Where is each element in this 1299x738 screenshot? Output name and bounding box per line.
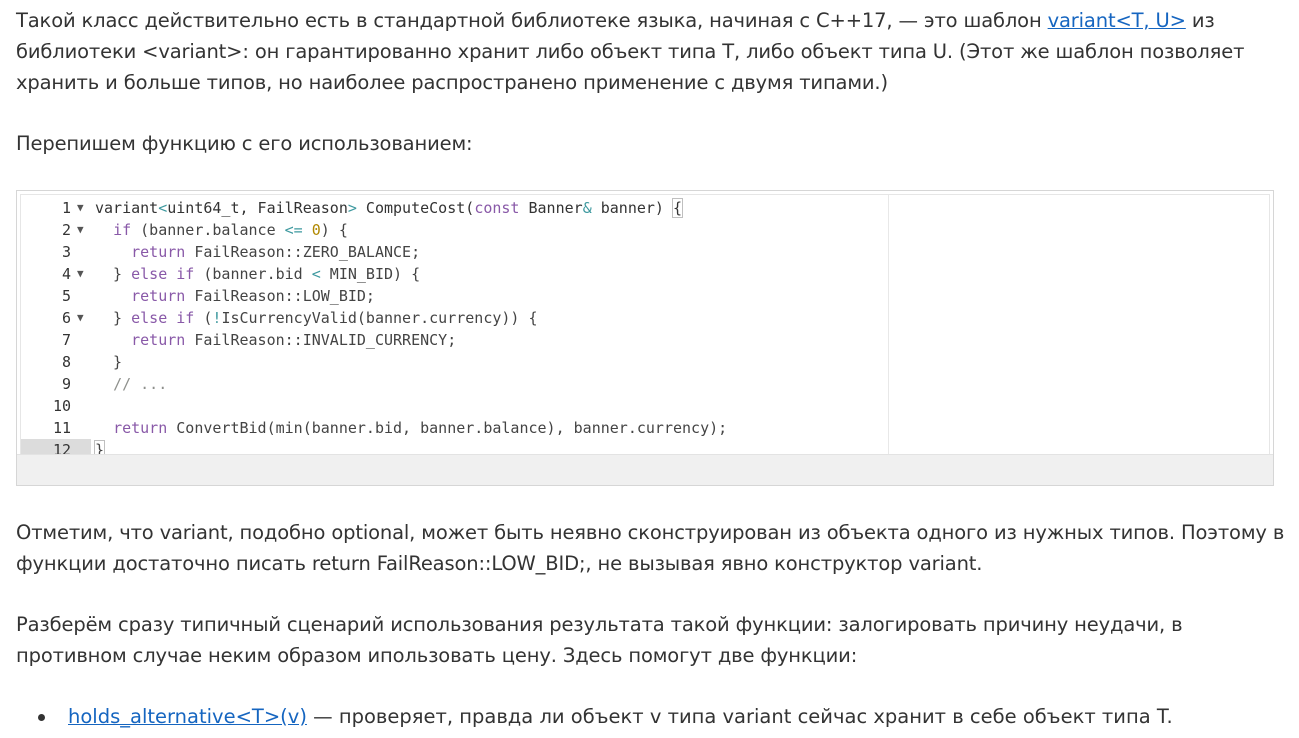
editor-footer-bar bbox=[17, 454, 1273, 485]
fold-arrow-icon[interactable]: ▼ bbox=[77, 307, 84, 329]
code-token: variant bbox=[95, 199, 159, 217]
code-token: < bbox=[311, 265, 321, 283]
code-token: } bbox=[95, 353, 123, 371]
code-token: > bbox=[347, 199, 357, 217]
line-number: 4 bbox=[61, 265, 71, 283]
code-token: return bbox=[113, 419, 168, 437]
code-line[interactable]: 9 // ... bbox=[21, 373, 1269, 395]
code-editor-content[interactable]: 1 ▼ variant<uint64_t, FailReason> Compute… bbox=[20, 194, 1270, 456]
line-number: 6 bbox=[61, 309, 71, 327]
line-number: 2 bbox=[61, 221, 71, 239]
line-number: 11 bbox=[52, 419, 71, 437]
line-number: 7 bbox=[61, 331, 71, 349]
code-token: IsCurrencyValid(banner.currency)) { bbox=[221, 309, 538, 327]
code-token: ComputeCost( bbox=[356, 199, 475, 217]
code-token: const bbox=[474, 199, 520, 217]
code-token: (banner.bid bbox=[194, 265, 312, 283]
implicit-construct-paragraph: Отметим, что variant, подобно optional, … bbox=[16, 521, 1285, 575]
line-number: 10 bbox=[52, 397, 71, 415]
code-token: < bbox=[158, 199, 168, 217]
intro-paragraph: Такой класс действительно есть в стандар… bbox=[16, 5, 1286, 98]
line-number: 5 bbox=[61, 287, 71, 305]
code-line[interactable]: 10 bbox=[21, 395, 1269, 417]
code-line[interactable]: 2 ▼ if (banner.balance <= 0) { bbox=[21, 219, 1269, 241]
code-line[interactable]: 8 } bbox=[21, 351, 1269, 373]
code-line[interactable]: 5 return FailReason::LOW_BID; bbox=[21, 285, 1269, 307]
code-token: ConvertBid(min(banner.bid, banner.balanc… bbox=[167, 419, 728, 437]
code-line[interactable]: 4 ▼ } else if (banner.bid < MIN_BID) { bbox=[21, 263, 1269, 285]
line-number: 9 bbox=[61, 375, 71, 393]
code-token: uint64_t, FailReason bbox=[167, 199, 348, 217]
list-item-text: — проверяет, правда ли объект v типа var… bbox=[306, 705, 1173, 728]
code-token: (banner.balance bbox=[131, 221, 285, 239]
code-token: FailReason::ZERO_BALANCE; bbox=[185, 243, 421, 261]
holds-alternative-link[interactable]: holds_alternative<T>(v) bbox=[68, 705, 307, 728]
intro-text-before: Такой класс действительно есть в стандар… bbox=[16, 9, 1048, 32]
scenario-paragraph: Разберём сразу типичный сценарий использ… bbox=[16, 613, 1183, 667]
code-token: Banner bbox=[519, 199, 583, 217]
fold-arrow-icon[interactable]: ▼ bbox=[77, 197, 84, 219]
line-number: 3 bbox=[61, 243, 71, 261]
code-token: & bbox=[582, 199, 592, 217]
function-list: holds_alternative<T>(v) — проверяет, пра… bbox=[16, 701, 1173, 732]
fold-arrow-icon[interactable]: ▼ bbox=[77, 263, 84, 285]
code-line[interactable]: 1 ▼ variant<uint64_t, FailReason> Compute… bbox=[21, 197, 1269, 219]
code-token: else if bbox=[131, 265, 195, 283]
code-line[interactable]: 6 ▼ } else if (!IsCurrencyValid(banner.cu… bbox=[21, 307, 1269, 329]
code-token: 0 bbox=[311, 221, 321, 239]
code-token: return bbox=[131, 331, 186, 349]
code-token: if bbox=[113, 221, 132, 239]
code-line[interactable]: 3 return FailReason::ZERO_BALANCE; bbox=[21, 241, 1269, 263]
code-token: return bbox=[131, 243, 186, 261]
code-token: } bbox=[95, 309, 132, 327]
fold-arrow-icon[interactable]: ▼ bbox=[77, 219, 84, 241]
code-token: ( bbox=[194, 309, 213, 327]
code-line[interactable]: 7 return FailReason::INVALID_CURRENCY; bbox=[21, 329, 1269, 351]
code-token: else if bbox=[131, 309, 195, 327]
code-token: FailReason::LOW_BID; bbox=[185, 287, 375, 305]
variant-link[interactable]: variant<T, U> bbox=[1048, 9, 1186, 32]
line-number: 1 bbox=[61, 199, 71, 217]
code-token: <= bbox=[284, 221, 303, 239]
code-editor[interactable]: 1 ▼ variant<uint64_t, FailReason> Compute… bbox=[16, 190, 1274, 486]
bullet-icon bbox=[38, 714, 45, 721]
code-token: MIN_BID) { bbox=[320, 265, 421, 283]
code-token: FailReason::INVALID_CURRENCY; bbox=[185, 331, 457, 349]
code-token: return bbox=[131, 287, 186, 305]
matching-brace: { bbox=[671, 198, 684, 218]
rewrite-paragraph: Перепишем функцию с его использованием: bbox=[16, 132, 473, 155]
code-token: } bbox=[95, 265, 132, 283]
code-token: ) { bbox=[320, 221, 348, 239]
list-item: holds_alternative<T>(v) — проверяет, пра… bbox=[16, 701, 1173, 732]
code-token: banner) bbox=[591, 199, 673, 217]
line-number: 8 bbox=[61, 353, 71, 371]
code-comment: // ... bbox=[113, 375, 168, 393]
code-line[interactable]: 11 return ConvertBid(min(banner.bid, ban… bbox=[21, 417, 1269, 439]
